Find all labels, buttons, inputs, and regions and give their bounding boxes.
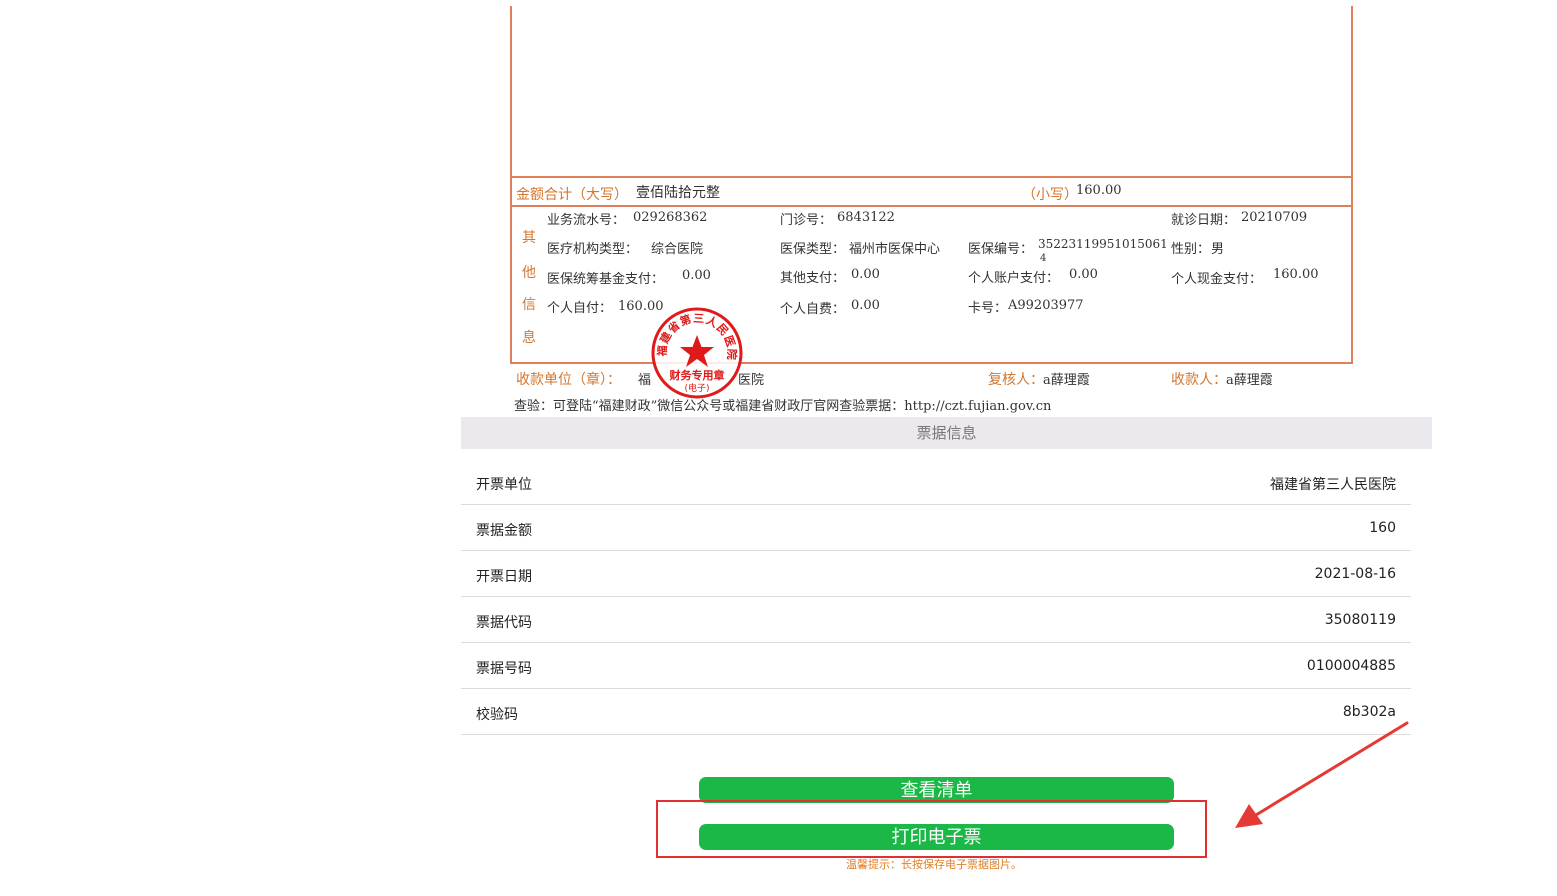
annotation-arrow-icon	[1235, 721, 1409, 828]
card-no-value: A99203977	[1008, 298, 1084, 313]
table-row: 开票日期 2021-08-16	[461, 551, 1411, 597]
other-info-char: 其	[522, 230, 536, 246]
other-info-char: 他	[522, 265, 536, 281]
reviewer-label: 复核人：	[988, 372, 1044, 388]
other-info-char: 息	[522, 330, 536, 346]
row-value: 福建省第三人民医院	[1270, 477, 1396, 493]
card-no-label: 卡号：	[968, 301, 1008, 316]
institution-type-value: 综合医院	[651, 242, 704, 257]
info-header: 票据信息	[461, 417, 1432, 449]
pool-fund-label: 医保统筹基金支付：	[547, 272, 665, 287]
invoice-divider	[512, 176, 1351, 178]
reviewer-value: a薛理霞	[1043, 373, 1090, 388]
insurance-type-label: 医保类型：	[780, 242, 846, 257]
total-upper-value: 壹佰陆拾元整	[636, 185, 720, 201]
clinic-no-label: 门诊号：	[780, 213, 833, 228]
insurance-no-label: 医保编号：	[968, 242, 1034, 257]
gender-value: 男	[1211, 242, 1225, 257]
serial-label: 业务流水号：	[547, 213, 626, 228]
payee-unit-value-start: 福	[638, 373, 652, 388]
personal-account-value: 0.00	[1069, 267, 1098, 282]
cashier-label: 收款人：	[1171, 372, 1227, 388]
row-label: 开票单位	[476, 477, 532, 493]
personal-cash-label: 个人现金支付：	[1171, 272, 1263, 287]
total-upper-label: 金额合计（大写）	[516, 187, 628, 203]
payee-unit-label: 收款单位（章）：	[516, 372, 621, 388]
personal-account-label: 个人账户支付：	[968, 271, 1060, 286]
table-row: 开票单位 福建省第三人民医院	[461, 459, 1411, 505]
cashier-value: a薛理霞	[1226, 373, 1273, 388]
table-row: 票据代码 35080119	[461, 597, 1411, 643]
clinic-no-value: 6843122	[837, 210, 895, 225]
print-e-ticket-button[interactable]: 打印电子票	[699, 824, 1174, 850]
table-row: 票据金额 160	[461, 505, 1411, 551]
tip-text: 温馨提示：长按保存电子票据图片。	[846, 858, 1022, 871]
other-pay-label: 其他支付：	[780, 271, 846, 286]
personal-cash-value: 160.00	[1273, 267, 1319, 282]
row-value: 160	[1369, 520, 1396, 536]
insurance-type-value: 福州市医保中心	[849, 242, 941, 257]
insurance-no-value: 35223119951015061	[1038, 237, 1168, 251]
seal-stamp-icon: 福建省第三人民医院 财务专用章 (电子)	[651, 307, 743, 399]
visit-date-label: 就诊日期：	[1171, 213, 1237, 228]
other-pay-value: 0.00	[851, 267, 880, 282]
row-label: 开票日期	[476, 569, 532, 585]
total-lower-label: （小写）	[1022, 187, 1078, 203]
verify-text: 查验：可登陆“福建财政”微信公众号或福建省财政厅官网查验票据：http://cz…	[514, 399, 1052, 414]
table-row: 票据号码 0100004885	[461, 643, 1411, 689]
row-label: 校验码	[476, 707, 518, 723]
total-lower-value: 160.00	[1076, 183, 1122, 198]
serial-value: 029268362	[633, 210, 708, 225]
self-fee-value: 0.00	[851, 298, 880, 313]
visit-date-value: 20210709	[1241, 210, 1308, 225]
row-value: 0100004885	[1306, 658, 1396, 674]
other-info-char: 信	[522, 297, 536, 313]
svg-text:(电子): (电子)	[684, 382, 709, 394]
row-label: 票据金额	[476, 523, 532, 539]
invoice-divider	[512, 205, 1351, 207]
self-pay-label: 个人自付：	[547, 301, 613, 316]
self-fee-label: 个人自费：	[780, 302, 846, 317]
row-label: 票据号码	[476, 661, 532, 677]
row-value: 2021-08-16	[1314, 566, 1396, 582]
row-value: 35080119	[1324, 612, 1396, 628]
row-label: 票据代码	[476, 615, 532, 631]
institution-type-label: 医疗机构类型：	[547, 242, 639, 257]
svg-text:财务专用章: 财务专用章	[669, 368, 725, 382]
gender-label: 性别：	[1171, 242, 1211, 257]
insurance-no-wrap: 4	[1040, 253, 1047, 264]
pool-fund-value: 0.00	[682, 268, 711, 283]
